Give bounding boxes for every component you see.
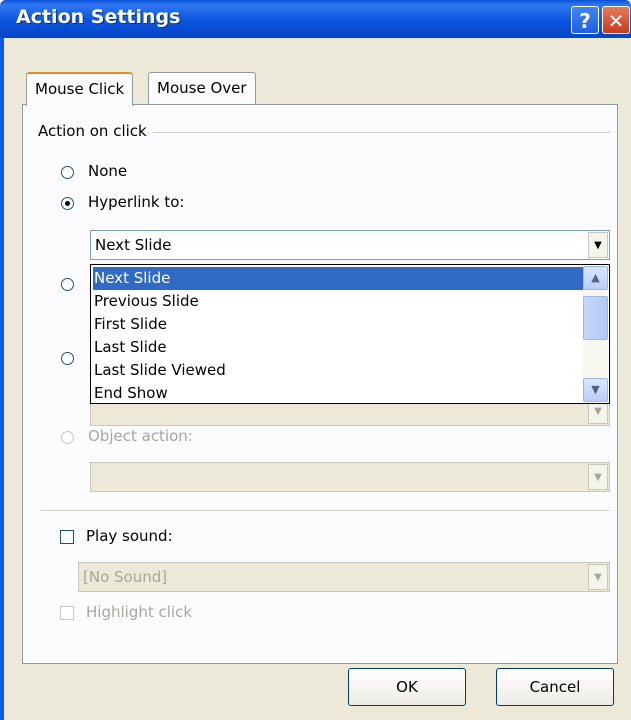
list-item-last-slide-viewed[interactable]: Last Slide Viewed <box>93 359 586 382</box>
hyperlink-dropdown-list[interactable]: Next Slide Previous Slide First Slide La… <box>90 264 610 404</box>
tab-mouse-click[interactable]: Mouse Click <box>26 72 134 106</box>
list-scrollbar[interactable]: ▲ ▼ <box>583 266 608 402</box>
dialog-title: Action Settings <box>16 6 181 28</box>
close-button[interactable]: ✕ <box>602 6 630 34</box>
object-action-radio <box>61 431 74 444</box>
ok-button[interactable]: OK <box>348 668 466 706</box>
group-label: Action on click <box>38 122 153 140</box>
list-item-last-slide[interactable]: Last Slide <box>93 336 586 359</box>
highlight-click-label: Highlight click <box>86 603 193 621</box>
run-program-radio[interactable] <box>61 278 74 291</box>
list-item-previous-slide[interactable]: Previous Slide <box>93 290 586 313</box>
sound-dropdown: [No Sound] ▼ <box>78 562 610 592</box>
list-item-first-slide[interactable]: First Slide <box>93 313 586 336</box>
dialog-window: Action Settings ? ✕ Mouse Click Mouse Ov… <box>0 0 631 720</box>
hyperlink-dropdown[interactable]: Next Slide ▼ <box>90 230 610 260</box>
list-item-next-slide[interactable]: Next Slide <box>92 266 587 291</box>
none-label[interactable]: None <box>88 162 127 180</box>
help-button[interactable]: ? <box>571 6 599 34</box>
run-macro-radio[interactable] <box>61 352 74 365</box>
scroll-thumb[interactable] <box>583 296 608 340</box>
title-bar: Action Settings ? ✕ <box>0 0 631 38</box>
tab-mouse-over[interactable]: Mouse Over <box>148 72 256 104</box>
play-sound-label[interactable]: Play sound: <box>86 527 173 545</box>
list-item-end-show[interactable]: End Show <box>93 382 586 405</box>
chevron-down-icon: ▼ <box>588 464 608 490</box>
highlight-click-checkbox <box>60 606 74 620</box>
chevron-down-icon[interactable]: ▼ <box>588 232 608 258</box>
hyperlink-radio[interactable] <box>61 197 74 210</box>
close-icon: ✕ <box>607 9 625 33</box>
section-separator <box>40 510 610 511</box>
chevron-down-icon: ▼ <box>588 564 608 590</box>
cancel-button[interactable]: Cancel <box>496 668 614 706</box>
object-action-label: Object action: <box>88 427 193 445</box>
object-action-dropdown: ▼ <box>90 462 610 492</box>
none-radio[interactable] <box>61 166 74 179</box>
hyperlink-dropdown-value: Next Slide <box>95 236 172 254</box>
chevron-down-icon[interactable]: ▼ <box>583 378 608 402</box>
chevron-up-icon[interactable]: ▲ <box>583 266 608 290</box>
play-sound-checkbox[interactable] <box>60 530 74 544</box>
sound-dropdown-value: [No Sound] <box>83 568 168 586</box>
hyperlink-label[interactable]: Hyperlink to: <box>88 193 184 211</box>
